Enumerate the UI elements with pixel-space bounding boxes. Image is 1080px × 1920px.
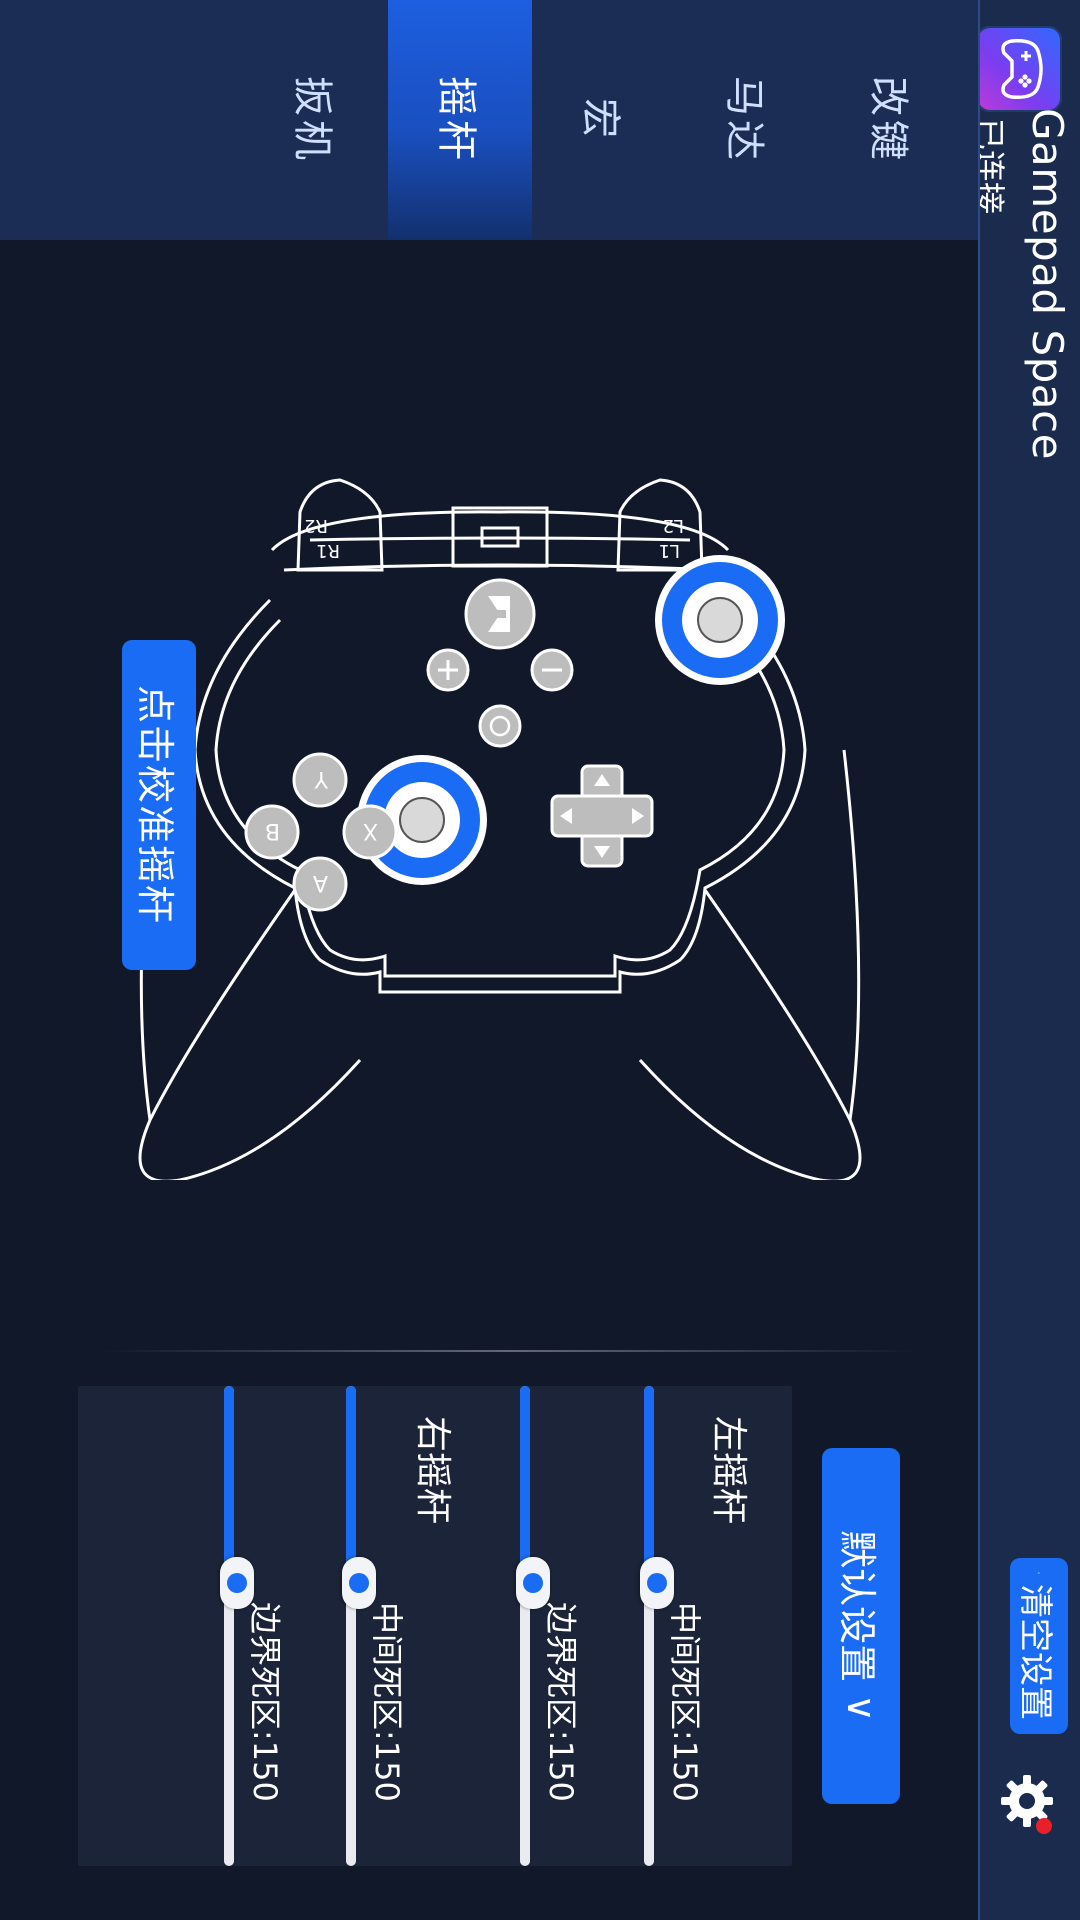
svg-text:A: A xyxy=(313,870,328,895)
left-edge-deadzone-label: 边界死区:150 xyxy=(542,1602,580,1802)
tab-remap[interactable]: 改键 xyxy=(820,0,964,240)
button-a[interactable]: A xyxy=(292,856,348,912)
clear-settings-button[interactable]: 清空设置 xyxy=(1010,1558,1068,1734)
svg-text:X: X xyxy=(363,818,378,843)
left-center-deadzone-label: 中间死区:150 xyxy=(666,1602,704,1802)
svg-text:B: B xyxy=(265,818,280,843)
clear-settings-label: 清空设置 xyxy=(1015,1584,1056,1720)
tab-macro[interactable]: 宏 xyxy=(532,0,676,240)
gamepad-icon xyxy=(1001,38,1043,100)
left-center-deadzone-slider[interactable] xyxy=(640,1386,674,1866)
controller-diagram: L2 L1 R1 R2 Y X B A xyxy=(138,478,862,1180)
capture-button[interactable] xyxy=(478,704,522,748)
calibrate-joystick-button[interactable]: 点击校准摇杆 xyxy=(122,640,196,970)
deadzone-panel: 左摇杆 中间死区:150 边界死区:150 右摇杆 中间死区:150 边界死区:… xyxy=(78,1386,792,1866)
button-x[interactable]: X xyxy=(342,804,398,860)
app-title: Gamepad Space xyxy=(1023,108,1072,460)
right-edge-deadzone-slider[interactable] xyxy=(220,1386,254,1866)
right-stick-title: 右摇杆 xyxy=(412,1416,453,1525)
right-center-deadzone-label: 中间死区:150 xyxy=(368,1602,406,1802)
label-l2: L2 xyxy=(663,515,684,536)
screen: Gamepad Space 已连接 清空设置 改键 马达 宏 摇杆 扳机 L2 … xyxy=(0,0,1080,1920)
tab-trigger[interactable]: 扳机 xyxy=(244,0,388,240)
chevron-down-icon: ∨ xyxy=(839,1694,883,1722)
tab-motor[interactable]: 马达 xyxy=(676,0,820,240)
button-y[interactable]: Y xyxy=(292,752,348,808)
label-r1: R1 xyxy=(316,540,340,561)
right-edge-deadzone-label: 边界死区:150 xyxy=(246,1602,284,1802)
left-stick-title: 左摇杆 xyxy=(708,1416,749,1525)
button-b[interactable]: B xyxy=(244,804,300,860)
left-edge-deadzone-slider[interactable] xyxy=(516,1386,550,1866)
broom-icon xyxy=(1037,1572,1041,1574)
svg-text:Y: Y xyxy=(314,766,329,791)
preset-dropdown[interactable]: 默认设置 ∨ xyxy=(822,1448,900,1804)
right-center-deadzone-slider[interactable] xyxy=(342,1386,376,1866)
tab-bar: 改键 马达 宏 摇杆 扳机 xyxy=(0,0,978,240)
section-divider xyxy=(100,1350,920,1352)
app-logo-gamepad-icon xyxy=(976,26,1062,112)
preset-label: 默认设置 xyxy=(835,1530,880,1683)
label-l1: L1 xyxy=(659,540,680,561)
label-r2: R2 xyxy=(304,515,328,536)
header-divider xyxy=(978,0,980,1920)
top-bar: Gamepad Space 已连接 清空设置 xyxy=(970,0,1080,1920)
home-button[interactable] xyxy=(464,578,536,650)
minus-button[interactable] xyxy=(530,648,574,692)
rotated-app-view: Gamepad Space 已连接 清空设置 改键 马达 宏 摇杆 扳机 L2 … xyxy=(0,0,1080,1920)
left-stick[interactable] xyxy=(655,555,785,685)
tab-joystick[interactable]: 摇杆 xyxy=(388,0,532,240)
dpad[interactable] xyxy=(550,764,654,868)
notification-dot xyxy=(1036,1818,1052,1834)
